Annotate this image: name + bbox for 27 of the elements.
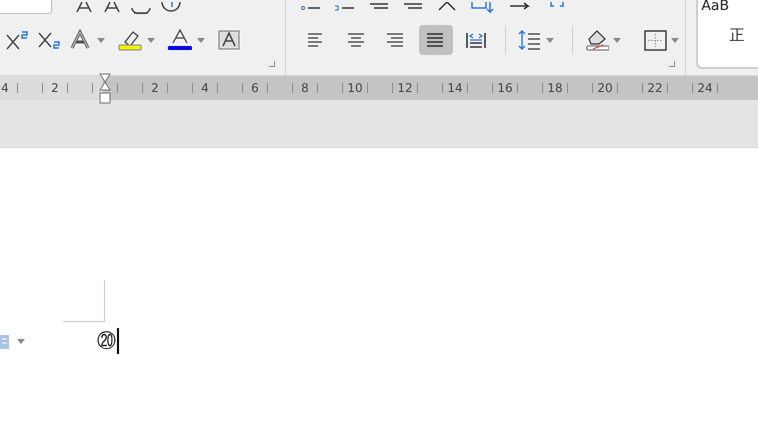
font-size-field[interactable] (0, 0, 52, 14)
superscript-icon[interactable] (5, 29, 31, 51)
borders-icon[interactable] (642, 29, 668, 51)
line-spacing-icon[interactable] (517, 29, 542, 51)
style-gallery[interactable]: AaB 正 (696, 0, 758, 69)
caret-icon[interactable] (546, 38, 554, 42)
margin-corner-mark (63, 280, 105, 322)
indent-marker-icon[interactable] (98, 73, 112, 105)
font-color-icon[interactable] (167, 29, 193, 51)
caret-icon[interactable] (612, 38, 621, 42)
caret-icon[interactable] (197, 38, 205, 42)
caret-icon[interactable] (671, 38, 680, 42)
shading-icon[interactable] (584, 29, 609, 51)
caret-icon[interactable] (17, 338, 25, 344)
distributed-align-icon (464, 31, 487, 49)
justify-align-button[interactable] (419, 25, 453, 55)
dialog-launcher-icon[interactable] (269, 61, 276, 67)
highlighter-icon[interactable] (117, 29, 143, 51)
caret-icon[interactable] (97, 38, 105, 42)
character-border-icon[interactable] (217, 29, 241, 51)
document-text: ⑳ (97, 330, 116, 352)
text-cursor (117, 328, 119, 354)
dialog-launcher-icon[interactable] (669, 61, 676, 67)
caret-icon[interactable] (147, 38, 155, 42)
sort-icon[interactable] (470, 2, 496, 14)
style-name: 正 (729, 26, 746, 45)
style-preview: AaB (701, 0, 730, 14)
